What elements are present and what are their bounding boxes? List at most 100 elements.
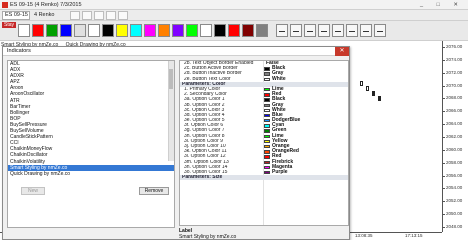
price-label: 2072.00 (446, 69, 463, 75)
color-swatch[interactable] (242, 24, 254, 37)
style-label[interactable]: Stay (2, 22, 17, 28)
applied-indicator-item[interactable]: Quick Drawing by nmZe.co (8, 171, 174, 177)
color-chip (264, 87, 270, 92)
price-tick (443, 214, 445, 216)
color-chip (264, 98, 270, 102)
price-tick (443, 47, 445, 48)
color-chip (264, 134, 270, 139)
time-label: 17:13:15 (405, 233, 423, 238)
window-title: ES 09-15 (4 Renko) 7/3/2015 (10, 2, 82, 8)
quick-drawing-toolbar: Stay (0, 21, 468, 41)
price-axis[interactable]: 2076.00 2074.00 2072.00 2070.00 2068.00 2066.… (442, 41, 468, 232)
color-chip (264, 170, 270, 175)
price-tick (443, 124, 445, 126)
properties-grid[interactable]: 2b. Text Object Border Enabled False 2c. B… (179, 60, 349, 226)
line-style-button[interactable] (290, 24, 302, 37)
zoom-out-button[interactable] (82, 11, 92, 20)
color-chip (264, 124, 270, 128)
color-swatch[interactable] (32, 24, 44, 37)
description-panel: Label Smart Styling by nmZe.co (179, 228, 349, 240)
price-label: 2056.00 (446, 172, 463, 178)
close-icon[interactable]: ✕ (335, 47, 349, 56)
price-tick (443, 98, 445, 100)
price-label: 2054.00 (446, 185, 463, 191)
color-swatch[interactable] (74, 24, 86, 37)
color-swatch[interactable] (186, 24, 198, 37)
new-button[interactable]: New (21, 187, 45, 195)
line-style-button[interactable] (346, 24, 358, 37)
price-label: 2048.00 (446, 224, 463, 229)
remove-button[interactable]: Remove (139, 187, 169, 195)
bar-type-selector[interactable]: 4 Renko (34, 11, 55, 20)
color-swatch[interactable] (214, 24, 226, 37)
color-chip (264, 108, 270, 113)
property-section-header[interactable]: Parameters: Size (180, 175, 348, 181)
color-chip (264, 145, 270, 149)
renko-brick (378, 96, 381, 101)
color-swatch[interactable] (88, 24, 100, 37)
window-controls[interactable]: _ □ ✕ (420, 0, 464, 10)
line-style-button[interactable] (360, 24, 372, 37)
price-tick (443, 85, 445, 87)
price-label: 2076.00 (446, 44, 463, 49)
color-chip (264, 139, 270, 144)
price-tick (443, 111, 445, 113)
color-chip (264, 77, 270, 81)
color-swatch[interactable] (200, 24, 212, 37)
renko-brick (372, 91, 375, 96)
price-tick (443, 149, 445, 151)
line-style-button[interactable] (304, 24, 316, 37)
color-chip (264, 103, 270, 107)
zoom-in-button[interactable] (70, 11, 80, 20)
color-swatch[interactable] (158, 24, 170, 37)
color-swatch[interactable] (60, 24, 72, 37)
color-chip (264, 93, 270, 97)
window-titlebar: ES 09-15 (4 Renko) 7/3/2015 _ □ ✕ (0, 0, 468, 10)
color-swatch[interactable] (130, 24, 142, 37)
indicator-list[interactable]: ADL ADX ADXR APZ Aroon AroonOscillator ATR BarT… (7, 60, 175, 228)
label-value: Smart Styling by nmZe.co (179, 234, 237, 240)
chart-toolbar: ES 09-15 4 Renko (0, 10, 468, 21)
renko-brick (366, 86, 369, 91)
indicators-dialog: Indicators ✕ ADL ADX ADXR APZ Aroon AroonOsci… (2, 46, 350, 240)
color-swatch[interactable] (228, 24, 240, 37)
chart-properties-button[interactable] (94, 11, 104, 20)
price-label: 2068.00 (446, 95, 463, 101)
time-label: 13:08:35 (355, 233, 373, 238)
line-style-button[interactable] (318, 24, 330, 37)
color-chip (264, 119, 270, 123)
price-label: 2064.00 (446, 121, 463, 127)
price-tick (443, 201, 445, 203)
renko-brick (360, 81, 363, 86)
price-tick (443, 137, 445, 138)
price-label: 2070.00 (446, 82, 463, 88)
color-chip (264, 150, 270, 154)
color-swatch[interactable] (102, 24, 114, 37)
dialog-title: Indicators (3, 47, 349, 56)
color-swatch[interactable] (46, 24, 58, 37)
price-label: 2050.00 (446, 211, 463, 217)
scrollbar-thumb[interactable] (169, 69, 173, 89)
line-style-button[interactable] (276, 24, 288, 37)
list-scrollbar[interactable] (168, 61, 174, 161)
instrument-selector[interactable]: ES 09-15 (2, 11, 30, 20)
price-tick (443, 188, 445, 190)
app-icon (2, 2, 8, 8)
color-chip (264, 67, 270, 71)
price-label: 2074.00 (446, 56, 463, 62)
color-swatch[interactable] (116, 24, 128, 37)
color-swatch[interactable] (144, 24, 156, 37)
color-swatch[interactable] (172, 24, 184, 37)
strategies-button[interactable] (118, 11, 128, 20)
price-tick (443, 162, 445, 164)
line-style-button[interactable] (332, 24, 344, 37)
color-chip (264, 72, 270, 76)
price-tick (443, 72, 445, 74)
price-label: 2052.00 (446, 198, 463, 204)
indicators-button[interactable] (106, 11, 116, 20)
color-chip (264, 113, 270, 118)
color-swatch[interactable] (256, 24, 268, 37)
line-style-button[interactable] (374, 24, 386, 37)
color-swatch[interactable] (18, 24, 30, 37)
color-chip (264, 165, 270, 170)
